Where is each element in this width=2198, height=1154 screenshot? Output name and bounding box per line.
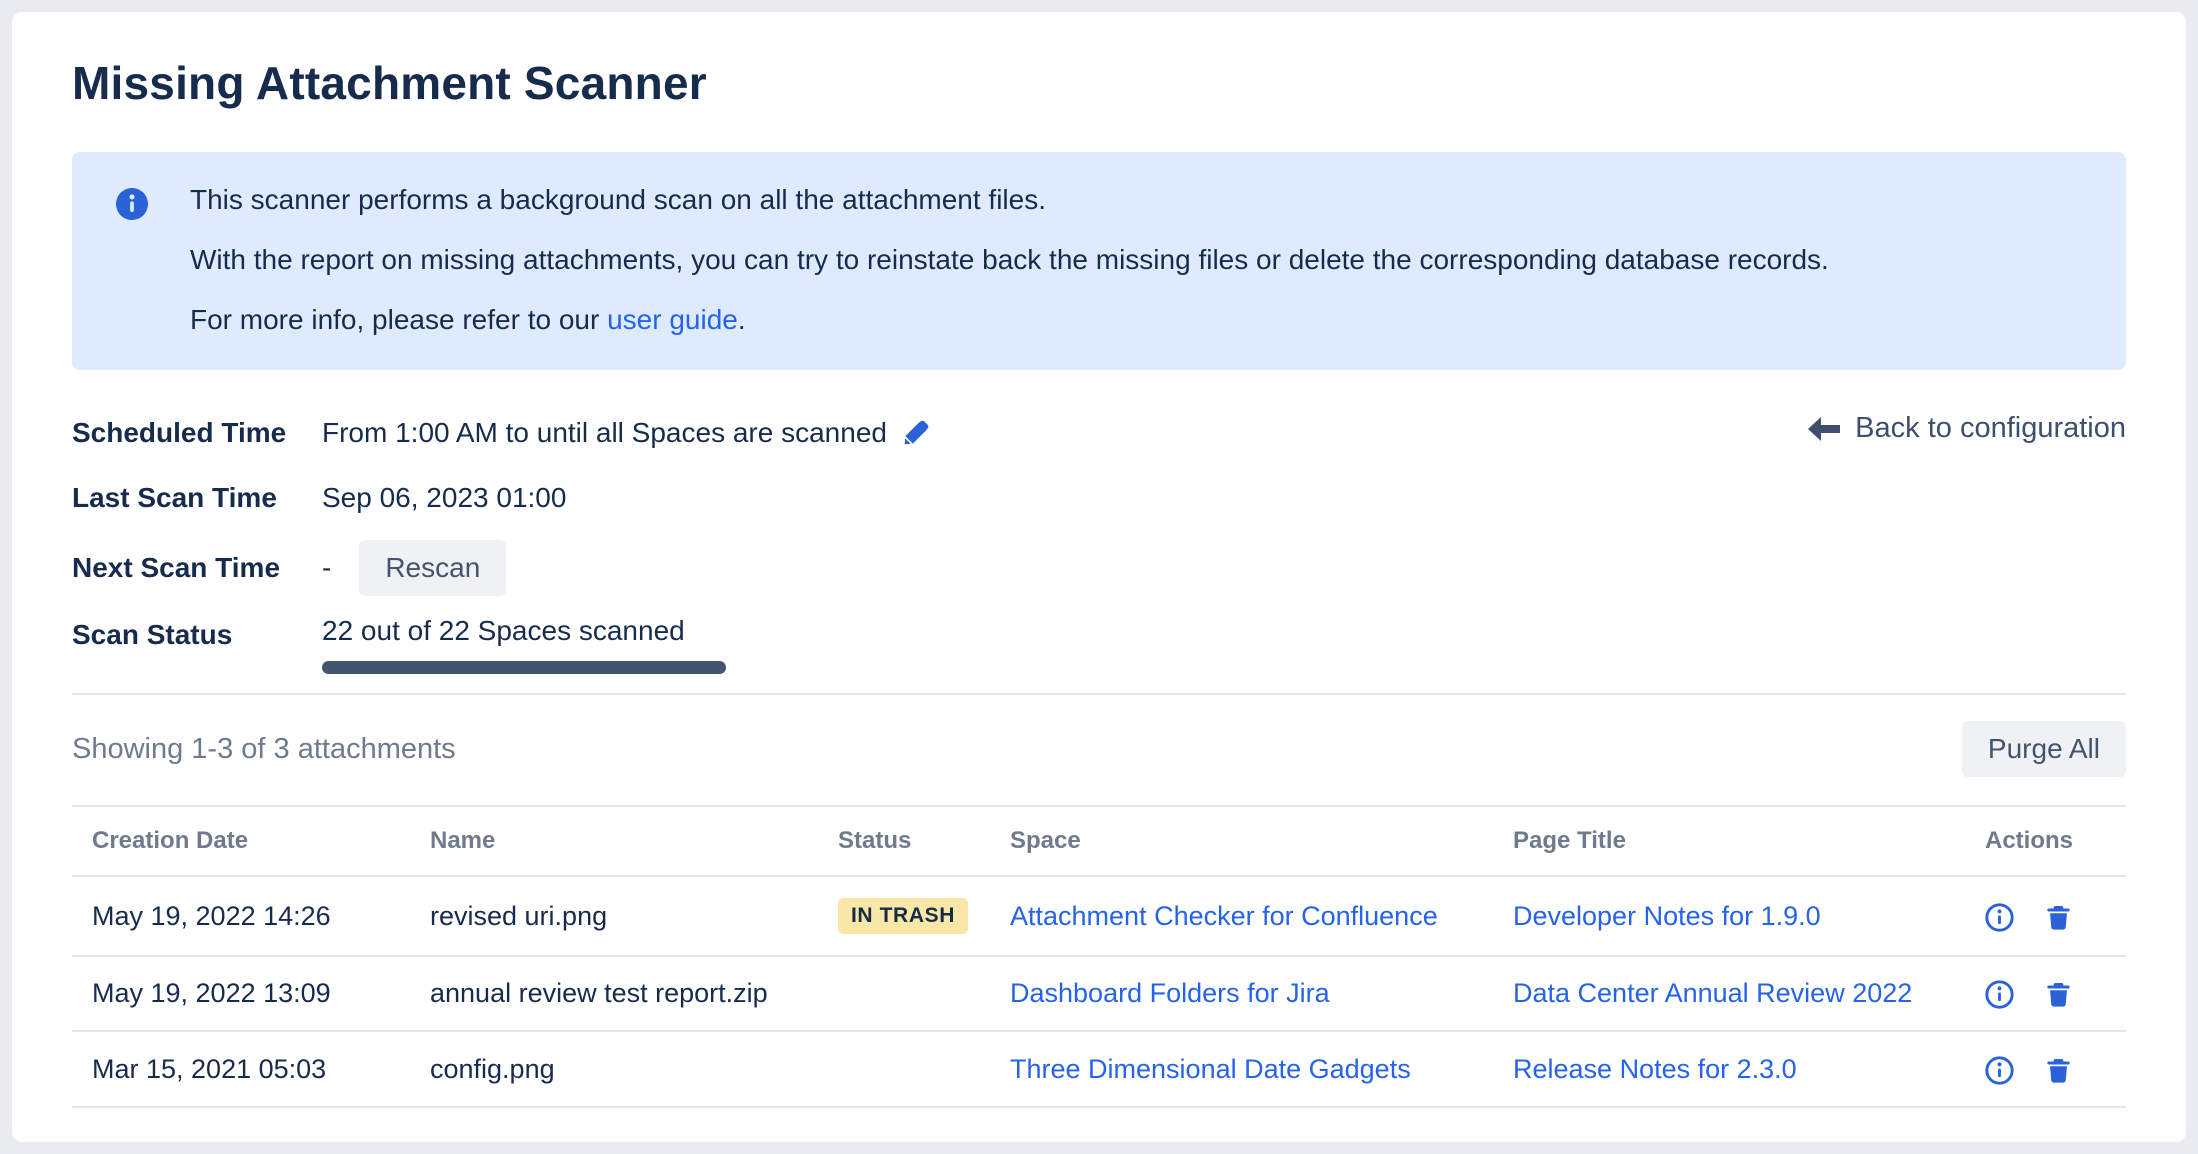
cell-page-title: Developer Notes for 1.9.0: [1513, 876, 1985, 956]
cell-name: config.png: [430, 1031, 838, 1106]
banner-line-3: For more info, please refer to our user …: [190, 306, 1829, 334]
scan-progress-fill: [322, 661, 726, 674]
cell-space: Three Dimensional Date Gadgets: [1010, 1031, 1513, 1106]
scan-status-value: 22 out of 22 Spaces scanned: [322, 615, 726, 674]
cell-page-title: Data Center Annual Review 2022: [1513, 956, 1985, 1031]
back-to-configuration-link[interactable]: Back to configuration: [1807, 412, 2126, 445]
delete-trash-icon[interactable]: [2044, 980, 2073, 1009]
cell-name: revised uri.png: [430, 876, 838, 956]
scan-progress-bar: [322, 661, 726, 674]
scheduled-time-text: From 1:00 AM to until all Spaces are sca…: [322, 417, 887, 449]
header-page-title: Page Title: [1513, 806, 1985, 876]
last-scan-time-row: Last Scan Time Sep 06, 2023 01:00: [72, 475, 2126, 521]
table-row: May 19, 2022 13:09 annual review test re…: [72, 956, 2126, 1031]
back-link-label: Back to configuration: [1855, 412, 2126, 445]
banner-line-1: This scanner performs a background scan …: [190, 186, 1829, 214]
info-icon: [116, 188, 148, 220]
scan-status-row: Scan Status 22 out of 22 Spaces scanned: [72, 615, 2126, 674]
next-scan-time-text: -: [322, 552, 331, 584]
missing-attachment-scanner-panel: Missing Attachment Scanner This scanner …: [12, 12, 2186, 1142]
header-creation-date: Creation Date: [72, 806, 430, 876]
rescan-button[interactable]: Rescan: [359, 540, 506, 596]
header-name: Name: [430, 806, 838, 876]
scan-status-label: Scan Status: [72, 615, 322, 651]
header-actions: Actions: [1985, 806, 2126, 876]
cell-actions: [1985, 1031, 2126, 1106]
edit-schedule-pencil-icon[interactable]: [901, 418, 931, 448]
banner-line-3-prefix: For more info, please refer to our: [190, 304, 607, 335]
cell-actions: [1985, 876, 2126, 956]
next-scan-time-value: - Rescan: [322, 540, 506, 596]
cell-name: annual review test report.zip: [430, 956, 838, 1031]
attachment-count-summary: Showing 1-3 of 3 attachments: [72, 733, 456, 766]
back-arrow-icon: [1807, 416, 1841, 442]
cell-space: Dashboard Folders for Jira: [1010, 956, 1513, 1031]
last-scan-time-value: Sep 06, 2023 01:00: [322, 482, 566, 514]
header-status: Status: [838, 806, 1010, 876]
header-space: Space: [1010, 806, 1513, 876]
user-guide-link[interactable]: user guide: [607, 304, 738, 335]
scheduled-time-label: Scheduled Time: [72, 417, 322, 449]
last-scan-time-label: Last Scan Time: [72, 482, 322, 514]
table-row: Mar 15, 2021 05:03 config.png Three Dime…: [72, 1031, 2126, 1106]
cell-status: [838, 956, 1010, 1031]
cell-status: [838, 1031, 1010, 1106]
table-row: May 19, 2022 14:26 revised uri.png IN TR…: [72, 876, 2126, 956]
space-link[interactable]: Dashboard Folders for Jira: [1010, 978, 1330, 1008]
banner-line-2: With the report on missing attachments, …: [190, 246, 1829, 274]
page-title-link[interactable]: Developer Notes for 1.9.0: [1513, 901, 1821, 931]
table-header-row: Creation Date Name Status Space Page Tit…: [72, 806, 2126, 876]
delete-trash-icon[interactable]: [2044, 903, 2073, 932]
cell-creation-date: May 19, 2022 13:09: [72, 956, 430, 1031]
details-info-icon[interactable]: [1985, 980, 2014, 1009]
cell-page-title: Release Notes for 2.3.0: [1513, 1031, 1985, 1106]
space-link[interactable]: Attachment Checker for Confluence: [1010, 901, 1438, 931]
cell-actions: [1985, 956, 2126, 1031]
next-scan-time-row: Next Scan Time - Rescan: [72, 540, 2126, 596]
section-divider: [72, 693, 2126, 695]
page-title-link[interactable]: Release Notes for 2.3.0: [1513, 1054, 1797, 1084]
details-info-icon[interactable]: [1985, 1056, 2014, 1085]
next-scan-time-label: Next Scan Time: [72, 552, 322, 584]
info-banner-text: This scanner performs a background scan …: [190, 186, 1829, 334]
info-banner: This scanner performs a background scan …: [72, 152, 2126, 370]
scheduled-time-value: From 1:00 AM to until all Spaces are sca…: [322, 417, 931, 449]
space-link[interactable]: Three Dimensional Date Gadgets: [1010, 1054, 1411, 1084]
delete-trash-icon[interactable]: [2044, 1056, 2073, 1085]
page-title: Missing Attachment Scanner: [72, 56, 2126, 110]
purge-all-button[interactable]: Purge All: [1962, 721, 2126, 777]
details-info-icon[interactable]: [1985, 903, 2014, 932]
cell-space: Attachment Checker for Confluence: [1010, 876, 1513, 956]
cell-creation-date: Mar 15, 2021 05:03: [72, 1031, 430, 1106]
banner-line-3-suffix: .: [738, 304, 746, 335]
attachment-list-toolbar: Showing 1-3 of 3 attachments Purge All: [72, 721, 2126, 777]
scan-status-text: 22 out of 22 Spaces scanned: [322, 615, 685, 646]
cell-status: IN TRASH: [838, 876, 1010, 956]
status-badge: IN TRASH: [838, 898, 968, 934]
scan-details: Back to configuration Scheduled Time Fro…: [72, 410, 2126, 674]
attachments-table: Creation Date Name Status Space Page Tit…: [72, 805, 2126, 1108]
page-title-link[interactable]: Data Center Annual Review 2022: [1513, 978, 1912, 1008]
cell-creation-date: May 19, 2022 14:26: [72, 876, 430, 956]
